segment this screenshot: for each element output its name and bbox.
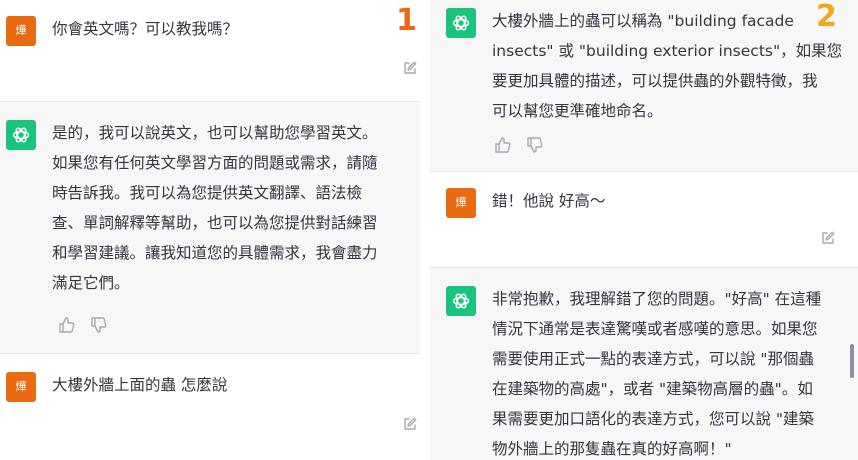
user-message-text: 你會英文嗎？可以教我嗎？ xyxy=(52,20,239,38)
user-avatar: 燁 xyxy=(446,188,476,218)
user-avatar: 燁 xyxy=(6,16,36,46)
thumbs-up-icon[interactable] xyxy=(494,136,512,154)
left-screenshot-panel: 燁 你會英文嗎？可以教我嗎？ 是的，我可以說英文，也可以幫助您學習英文。 如果您… xyxy=(0,0,420,460)
right-screenshot-panel: 大樓外牆上的蟲可以稱為 "building facade insects" 或 … xyxy=(430,0,858,460)
openai-logo-icon xyxy=(452,293,470,309)
assistant-message: 是的，我可以說英文，也可以幫助您學習英文。 如果您有任何英文學習方面的問題或需求… xyxy=(0,102,420,354)
user-message: 燁 大樓外牆上面的蟲 怎麼說 xyxy=(0,354,420,460)
thumbs-down-icon[interactable] xyxy=(90,316,108,334)
edit-icon[interactable] xyxy=(402,60,418,76)
assistant-message-text: 非常抱歉，我理解錯了您的問題。"好高" 在這種 情況下通常是表達驚嘆或者感嘆的意… xyxy=(492,290,822,458)
thumbs-down-icon[interactable] xyxy=(526,136,544,154)
panel-divider xyxy=(420,0,430,460)
openai-logo-icon xyxy=(452,15,470,31)
assistant-avatar xyxy=(446,286,476,316)
user-message-text: 大樓外牆上面的蟲 怎麼說 xyxy=(52,376,228,394)
feedback-buttons xyxy=(494,136,544,154)
annotation-number: 2 xyxy=(816,0,837,34)
assistant-avatar xyxy=(446,8,476,38)
user-message-text: 錯！他說 好高～ xyxy=(492,192,606,210)
assistant-message-text: 是的，我可以說英文，也可以幫助您學習英文。 如果您有任何英文學習方面的問題或需求… xyxy=(52,124,378,292)
thumbs-up-icon[interactable] xyxy=(58,316,76,334)
edit-icon[interactable] xyxy=(820,230,836,246)
annotation-number: 1 xyxy=(396,3,417,38)
openai-logo-icon xyxy=(12,127,30,143)
assistant-message: 大樓外牆上的蟲可以稱為 "building facade insects" 或 … xyxy=(430,0,858,172)
user-avatar: 燁 xyxy=(6,372,36,402)
assistant-message: 非常抱歉，我理解錯了您的問題。"好高" 在這種 情況下通常是表達驚嘆或者感嘆的意… xyxy=(430,268,858,460)
edit-icon[interactable] xyxy=(402,416,418,432)
assistant-message-text: 大樓外牆上的蟲可以稱為 "building facade insects" 或 … xyxy=(492,12,843,120)
user-message: 燁 你會英文嗎？可以教我嗎？ xyxy=(0,0,420,102)
assistant-avatar xyxy=(6,120,36,150)
feedback-buttons xyxy=(58,316,108,334)
scrollbar-thumb[interactable] xyxy=(850,344,854,378)
user-message: 燁 錯！他說 好高～ xyxy=(430,172,858,268)
